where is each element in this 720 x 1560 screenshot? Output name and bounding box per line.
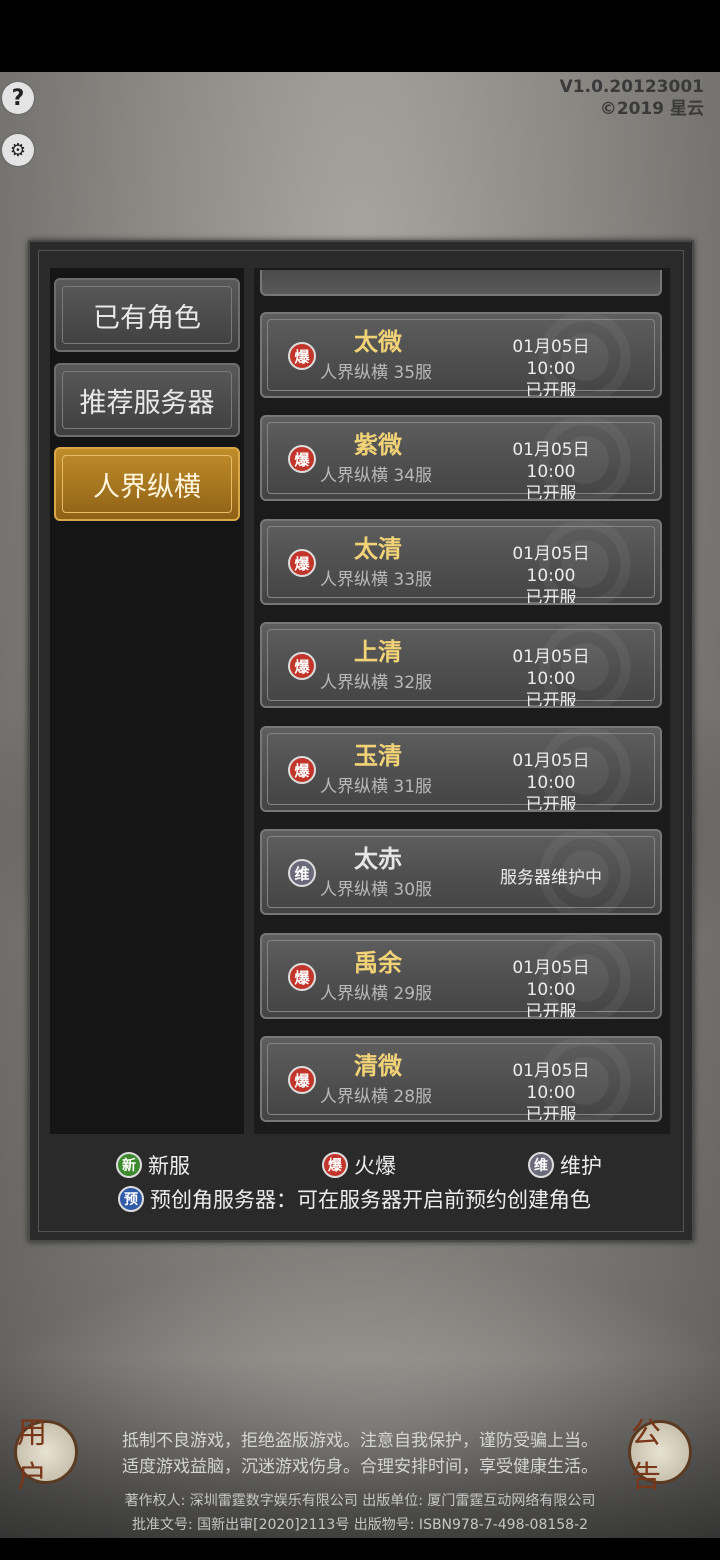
server-group: 人界纵横 30服	[320, 880, 433, 900]
server-status: 01月05日 10:00 已开服	[486, 336, 616, 398]
maintenance-badge-icon: 维	[288, 859, 316, 887]
pre-create-badge-icon: 预	[118, 1186, 144, 1212]
server-open-status: 已开服	[525, 588, 577, 605]
server-status: 01月05日 10:00 已开服	[486, 439, 616, 501]
hot-badge-icon: 爆	[288, 1066, 316, 1094]
server-name: 太清	[354, 534, 402, 563]
server-open-status: 已开服	[525, 484, 577, 501]
server-maintenance-status: 服务器维护中	[500, 868, 602, 888]
legend-maintenance: 维 维护	[528, 1150, 602, 1180]
hot-badge-icon: 爆	[288, 445, 316, 473]
version-number: V1.0.20123001	[559, 77, 704, 97]
legend-hot: 爆 火爆	[322, 1150, 396, 1180]
status-bar	[0, 0, 720, 72]
server-open-date: 01月05日 10:00	[512, 544, 590, 586]
tab-existing-characters[interactable]: 已有角色	[54, 278, 240, 352]
tab-label: 人界纵横	[93, 471, 201, 503]
server-group: 人界纵横 31服	[320, 777, 433, 797]
server-item[interactable]: 爆 太清 人界纵横 33服 01月05日 10:00 已开服	[260, 519, 662, 605]
server-open-date: 01月05日 10:00	[512, 440, 590, 482]
server-status: 01月05日 10:00 已开服	[486, 543, 616, 605]
server-open-status: 已开服	[525, 795, 577, 812]
copyright-line2: 批准文号: 国新出审[2020]2113号 出版物号: ISBN978-7-49…	[131, 1517, 589, 1533]
server-group: 人界纵横 32服	[320, 673, 433, 693]
server-group: 人界纵横 33服	[320, 570, 433, 590]
health-notice-line2: 适度游戏益脑，沉迷游戏伤身。合理安排时间，享受健康生活。	[122, 1457, 598, 1477]
server-item[interactable]: 爆 禹余 人界纵横 29服 01月05日 10:00 已开服	[260, 933, 662, 1019]
pre-create-note-text: 预创角服务器：可在服务器开启前预约创建角色	[150, 1188, 591, 1212]
new-badge-icon: 新	[116, 1152, 142, 1178]
server-group: 人界纵横 29服	[320, 984, 433, 1004]
legend-new-label: 新服	[148, 1154, 190, 1178]
server-item[interactable]: 爆 上清 人界纵横 32服 01月05日 10:00 已开服	[260, 622, 662, 708]
server-status: 01月05日 10:00 已开服	[486, 957, 616, 1019]
wrench-icon[interactable]: ⚙	[2, 134, 34, 166]
server-open-status: 已开服	[525, 1002, 577, 1019]
server-open-date: 01月05日 10:00	[512, 751, 590, 793]
tab-label: 已有角色	[93, 302, 201, 334]
server-item[interactable]: 爆 清微 人界纵横 28服 01月05日 10:00 已开服	[260, 1036, 662, 1122]
copyright-year: ©2019 星云	[599, 99, 704, 119]
maintenance-badge-icon: 维	[528, 1152, 554, 1178]
server-name: 玉清	[354, 741, 402, 770]
pre-create-note: 预 预创角服务器：可在服务器开启前预约创建角色	[118, 1184, 591, 1214]
server-name: 上清	[354, 637, 402, 666]
server-open-date: 01月05日 10:00	[512, 1061, 590, 1103]
server-item[interactable]: 维 太赤 人界纵横 30服 服务器维护中	[260, 829, 662, 915]
server-open-date: 01月05日 10:00	[512, 647, 590, 689]
server-group: 人界纵横 28服	[320, 1087, 433, 1107]
server-status: 01月05日 10:00 已开服	[486, 646, 616, 708]
server-open-status: 已开服	[525, 691, 577, 708]
hot-badge-icon: 爆	[322, 1152, 348, 1178]
server-name: 太微	[354, 327, 402, 356]
hot-badge-icon: 爆	[288, 652, 316, 680]
legend-hot-label: 火爆	[354, 1154, 396, 1178]
server-item[interactable]: 爆 玉清 人界纵横 31服 01月05日 10:00 已开服	[260, 726, 662, 812]
server-open-status: 已开服	[525, 381, 577, 398]
server-name: 紫微	[354, 430, 402, 459]
copyright-line1: 著作权人: 深圳雷霆数字娱乐有限公司 出版单位: 厦门雷霆互动网络有限公司	[124, 1493, 596, 1509]
server-name: 禹余	[354, 948, 402, 977]
server-group: 人界纵横 34服	[320, 466, 433, 486]
tab-renjie-zongheng[interactable]: 人界纵横	[54, 447, 240, 521]
server-status: 01月05日 10:00 已开服	[486, 750, 616, 812]
legend-maintenance-label: 维护	[560, 1154, 602, 1178]
hot-badge-icon: 爆	[288, 756, 316, 784]
help-icon[interactable]: ?	[2, 82, 34, 114]
health-notice-line1: 抵制不良游戏，拒绝盗版游戏。注意自我保护，谨防受骗上当。	[122, 1431, 598, 1451]
server-item[interactable]: 爆 紫微 人界纵横 34服 01月05日 10:00 已开服	[260, 415, 662, 501]
server-group: 人界纵横 35服	[320, 363, 433, 383]
hot-badge-icon: 爆	[288, 963, 316, 991]
server-item[interactable]: 爆 太微 人界纵横 35服 01月05日 10:00 已开服	[260, 312, 662, 398]
version-info: V1.0.20123001 ©2019 星云	[560, 76, 704, 120]
server-open-date: 01月05日 10:00	[512, 337, 590, 379]
server-open-status: 已开服	[525, 1105, 577, 1122]
nav-bar	[0, 1538, 720, 1560]
server-open-date: 01月05日 10:00	[512, 958, 590, 1000]
server-name: 太赤	[354, 844, 402, 873]
hot-badge-icon: 爆	[288, 549, 316, 577]
server-name: 清微	[354, 1051, 402, 1080]
tab-label: 推荐服务器	[79, 387, 215, 419]
hot-badge-icon: 爆	[288, 342, 316, 370]
tab-recommended-servers[interactable]: 推荐服务器	[54, 363, 240, 437]
legend-new: 新 新服	[116, 1150, 190, 1180]
server-item-partial[interactable]	[260, 270, 662, 296]
server-status: 01月05日 10:00 已开服	[486, 1060, 616, 1122]
